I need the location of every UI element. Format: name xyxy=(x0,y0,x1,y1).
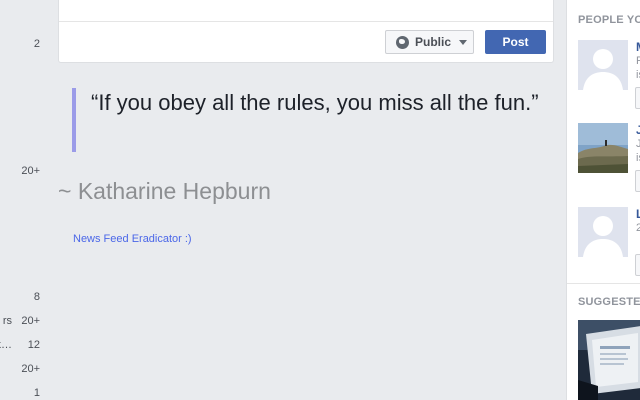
avatar[interactable] xyxy=(578,123,628,173)
extension-credit-link[interactable]: News Feed Eradicator :) xyxy=(73,233,192,245)
avatar[interactable] xyxy=(578,207,628,257)
post-button[interactable]: Post xyxy=(485,30,546,54)
person-detail: J xyxy=(636,138,640,150)
quote-text: “If you obey all the rules, you miss all… xyxy=(72,88,542,152)
globe-icon xyxy=(396,35,409,49)
person-name[interactable]: L xyxy=(636,207,640,221)
nav-row-count: 2 xyxy=(33,38,40,50)
suggested-page-image[interactable] xyxy=(578,320,640,400)
nav-row-count: 20+ xyxy=(21,165,40,177)
nav-row-count: 8 xyxy=(33,291,40,303)
left-nav: 2 20+ 8 rs 20+ ck… 12 20+ 1 xyxy=(0,0,48,400)
nav-row-label: rs xyxy=(2,315,12,327)
person-detail: F xyxy=(636,55,640,67)
person-name[interactable]: J xyxy=(636,123,640,137)
person-detail: 2 xyxy=(636,222,640,234)
nav-row-count: 20+ xyxy=(21,363,40,375)
person-name[interactable]: M xyxy=(636,40,640,54)
person-suggestion[interactable]: M F is xyxy=(578,40,640,109)
nav-row-count: 1 xyxy=(33,387,40,399)
default-avatar-icon xyxy=(578,207,628,257)
privacy-selector-button[interactable]: Public xyxy=(385,30,474,54)
add-friend-button[interactable] xyxy=(635,170,640,192)
nav-row[interactable]: ck… 12 xyxy=(0,339,40,351)
chevron-down-icon xyxy=(459,39,468,45)
section-divider xyxy=(567,283,640,284)
privacy-label: Public xyxy=(415,35,452,49)
nav-row[interactable]: 2 xyxy=(34,38,40,50)
people-you-may-know-title: PEOPLE YOU MAY KNOW xyxy=(578,14,640,26)
person-detail: is xyxy=(636,69,640,81)
quote-author: ~ Katharine Hepburn xyxy=(58,178,271,204)
person-suggestion[interactable]: J J is xyxy=(578,123,640,192)
nav-row[interactable]: 20+ xyxy=(21,363,40,375)
avatar[interactable] xyxy=(578,40,628,90)
default-avatar-icon xyxy=(578,40,628,90)
suggested-pages-title: SUGGESTED PAGES xyxy=(578,296,640,308)
nav-row-count: 12 xyxy=(27,339,40,351)
person-detail: is xyxy=(636,152,640,164)
add-friend-button[interactable] xyxy=(635,254,640,276)
nav-row[interactable]: 1 xyxy=(34,387,40,399)
right-sidebar: PEOPLE YOU MAY KNOW M F is J J xyxy=(566,0,640,400)
profile-photo xyxy=(578,123,628,173)
post-composer: Public Post xyxy=(58,0,554,63)
nav-row[interactable]: rs 20+ xyxy=(3,315,40,327)
person-suggestion[interactable]: L 2 xyxy=(578,207,640,276)
laptop-photo xyxy=(578,320,640,400)
nav-row[interactable]: 8 xyxy=(34,291,40,303)
composer-divider xyxy=(59,21,553,22)
nav-row-count: 20+ xyxy=(21,315,40,327)
add-friend-button[interactable] xyxy=(635,87,640,109)
nav-row-label: ck… xyxy=(0,339,12,351)
nav-row[interactable]: 20+ xyxy=(21,165,40,177)
